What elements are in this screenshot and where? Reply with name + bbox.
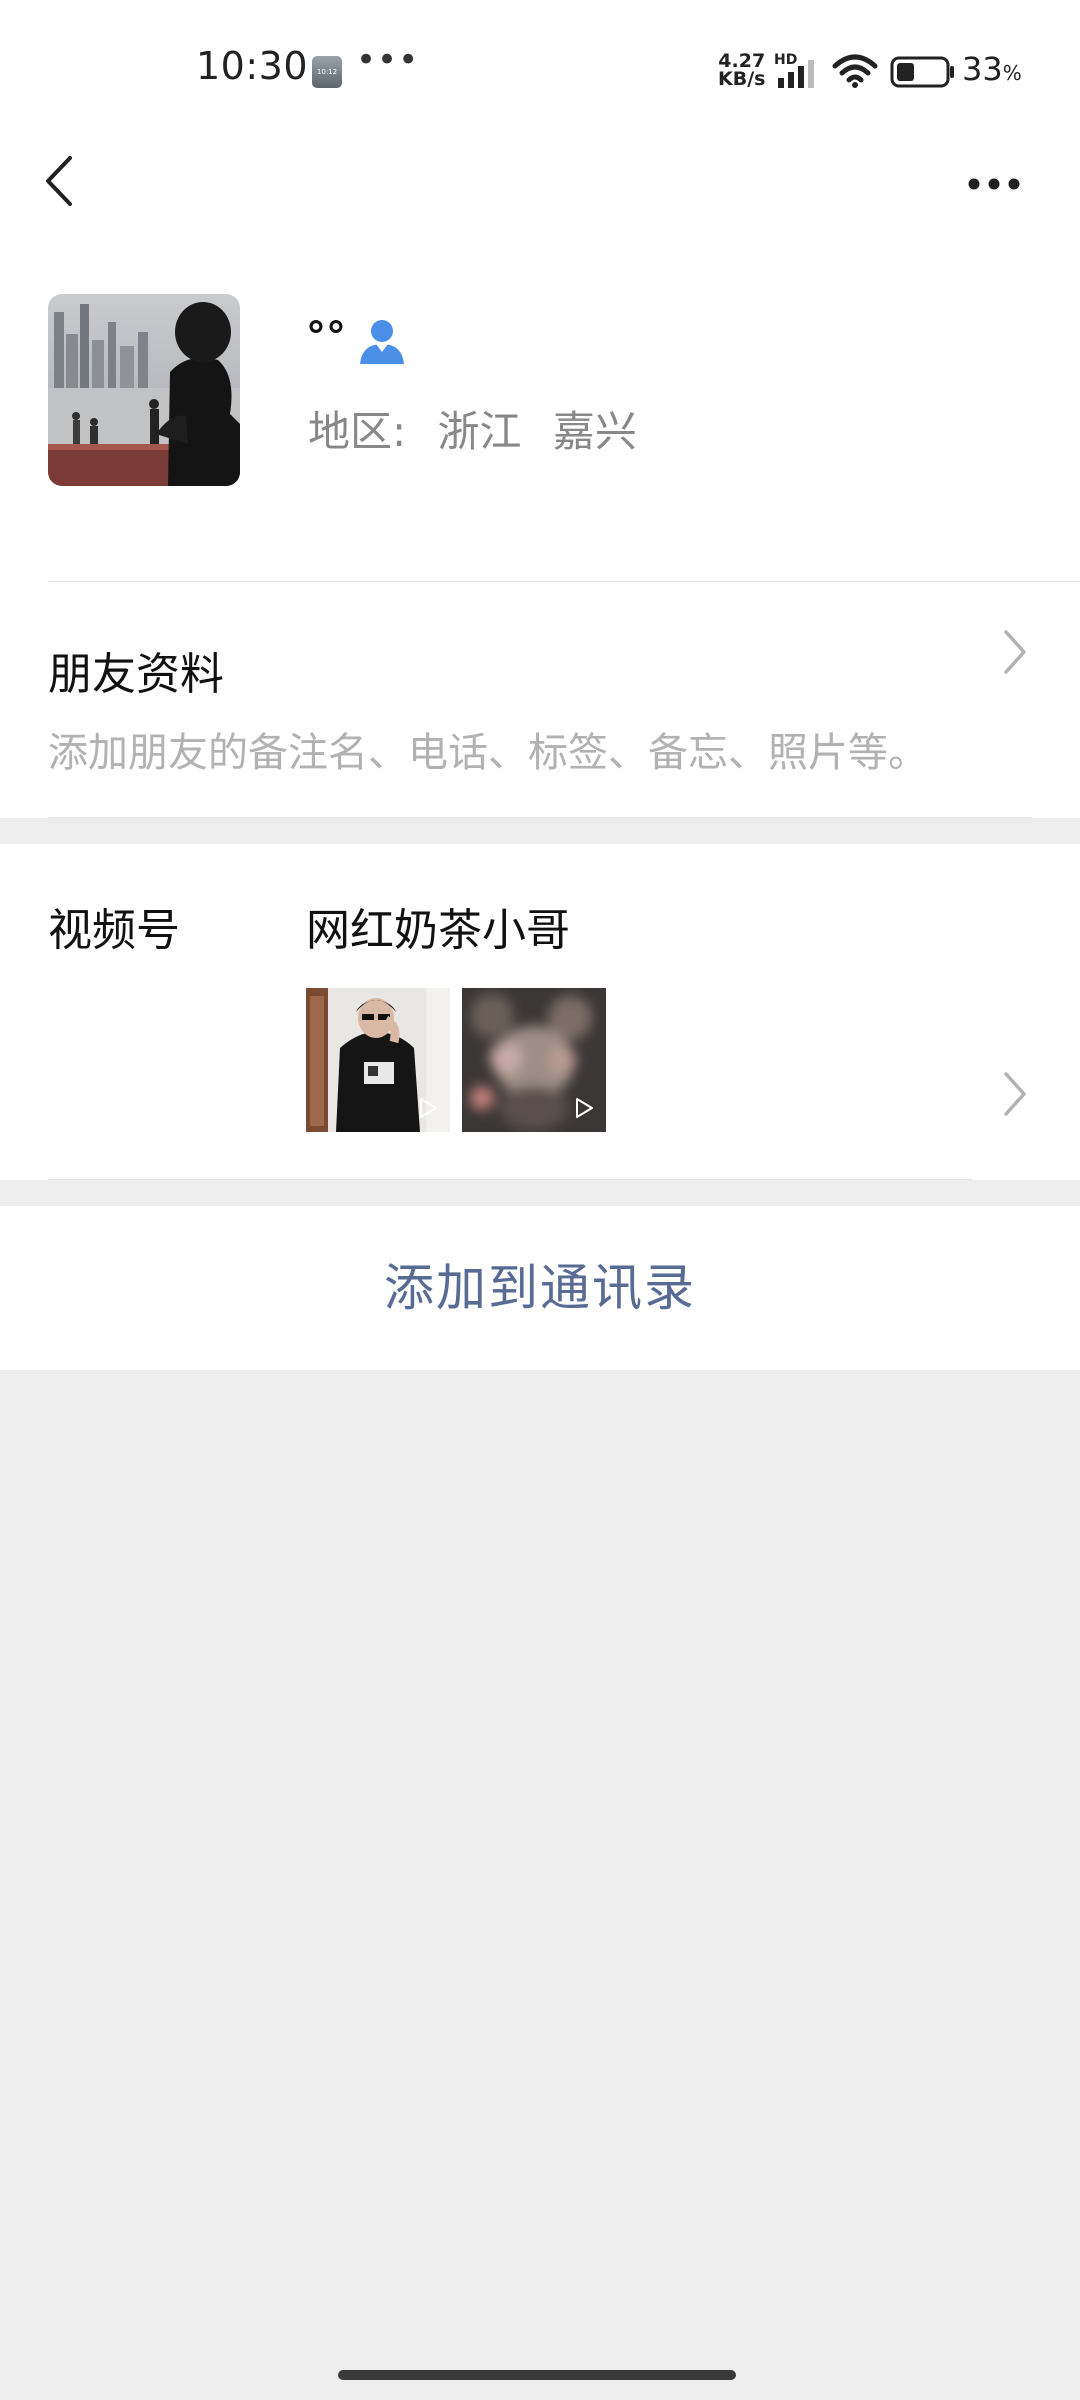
nickname: °° (306, 314, 346, 360)
channels-row[interactable]: 视频号 网红奶茶小哥 (0, 844, 1080, 1180)
contact-profile-page: 10:30 10:12 ••• 4.27 KB/s HD 33% °° 地区: … (0, 0, 1080, 2400)
more-button[interactable] (954, 150, 1044, 210)
person-icon (360, 320, 404, 364)
more-dots-icon (968, 178, 1020, 190)
friend-info-description: 添加朋友的备注名、电话、标签、备忘、照片等。 (48, 730, 928, 776)
friend-info-title: 朋友资料 (48, 649, 224, 700)
profile-header: °° 地区: 浙江 嘉兴 (0, 270, 1080, 582)
wifi-icon (832, 54, 878, 88)
nav-bar (0, 140, 1080, 270)
play-icon (420, 1098, 437, 1118)
chevron-right-icon (1004, 630, 1026, 674)
network-speed: 4.27 KB/s (718, 52, 766, 90)
region: 地区: 浙江 嘉兴 (308, 398, 655, 459)
channels-name: 网红奶茶小哥 (306, 905, 570, 956)
channels-divider (48, 1179, 972, 1180)
status-time: 10:30 (196, 44, 309, 88)
battery-percent: 33% (962, 50, 1022, 88)
home-indicator[interactable] (338, 2370, 736, 2380)
network-speed-unit: KB/s (718, 68, 766, 90)
notification-thumbnail: 10:12 (312, 56, 342, 88)
chevron-left-icon (46, 156, 72, 206)
channel-video-thumbnail[interactable] (462, 988, 606, 1132)
add-contact-row: 添加到通讯录 (0, 1206, 1080, 1370)
avatar-image (48, 294, 240, 486)
battery-percent-value: 33 (962, 50, 1003, 88)
chevron-right-icon (1004, 1072, 1026, 1116)
channel-video-thumbnail[interactable] (306, 988, 450, 1132)
friend-info-row[interactable]: 朋友资料 添加朋友的备注名、电话、标签、备忘、照片等。 (0, 582, 1080, 818)
channels-label: 视频号 (48, 905, 180, 956)
region-city: 嘉兴 (552, 407, 637, 456)
back-button[interactable] (30, 146, 100, 216)
region-label: 地区: (308, 407, 407, 456)
region-province: 浙江 (437, 407, 522, 456)
battery-icon (890, 56, 954, 88)
add-to-contacts-button[interactable]: 添加到通讯录 (0, 1206, 1080, 1370)
avatar[interactable] (48, 294, 240, 486)
more-notifications-icon: ••• (356, 40, 420, 80)
battery-percent-unit: % (1002, 61, 1022, 85)
play-icon (576, 1098, 593, 1118)
status-bar: 10:30 10:12 ••• 4.27 KB/s HD 33% (0, 0, 1080, 140)
friend-info-divider (48, 817, 1032, 818)
signal-icon (778, 60, 814, 88)
